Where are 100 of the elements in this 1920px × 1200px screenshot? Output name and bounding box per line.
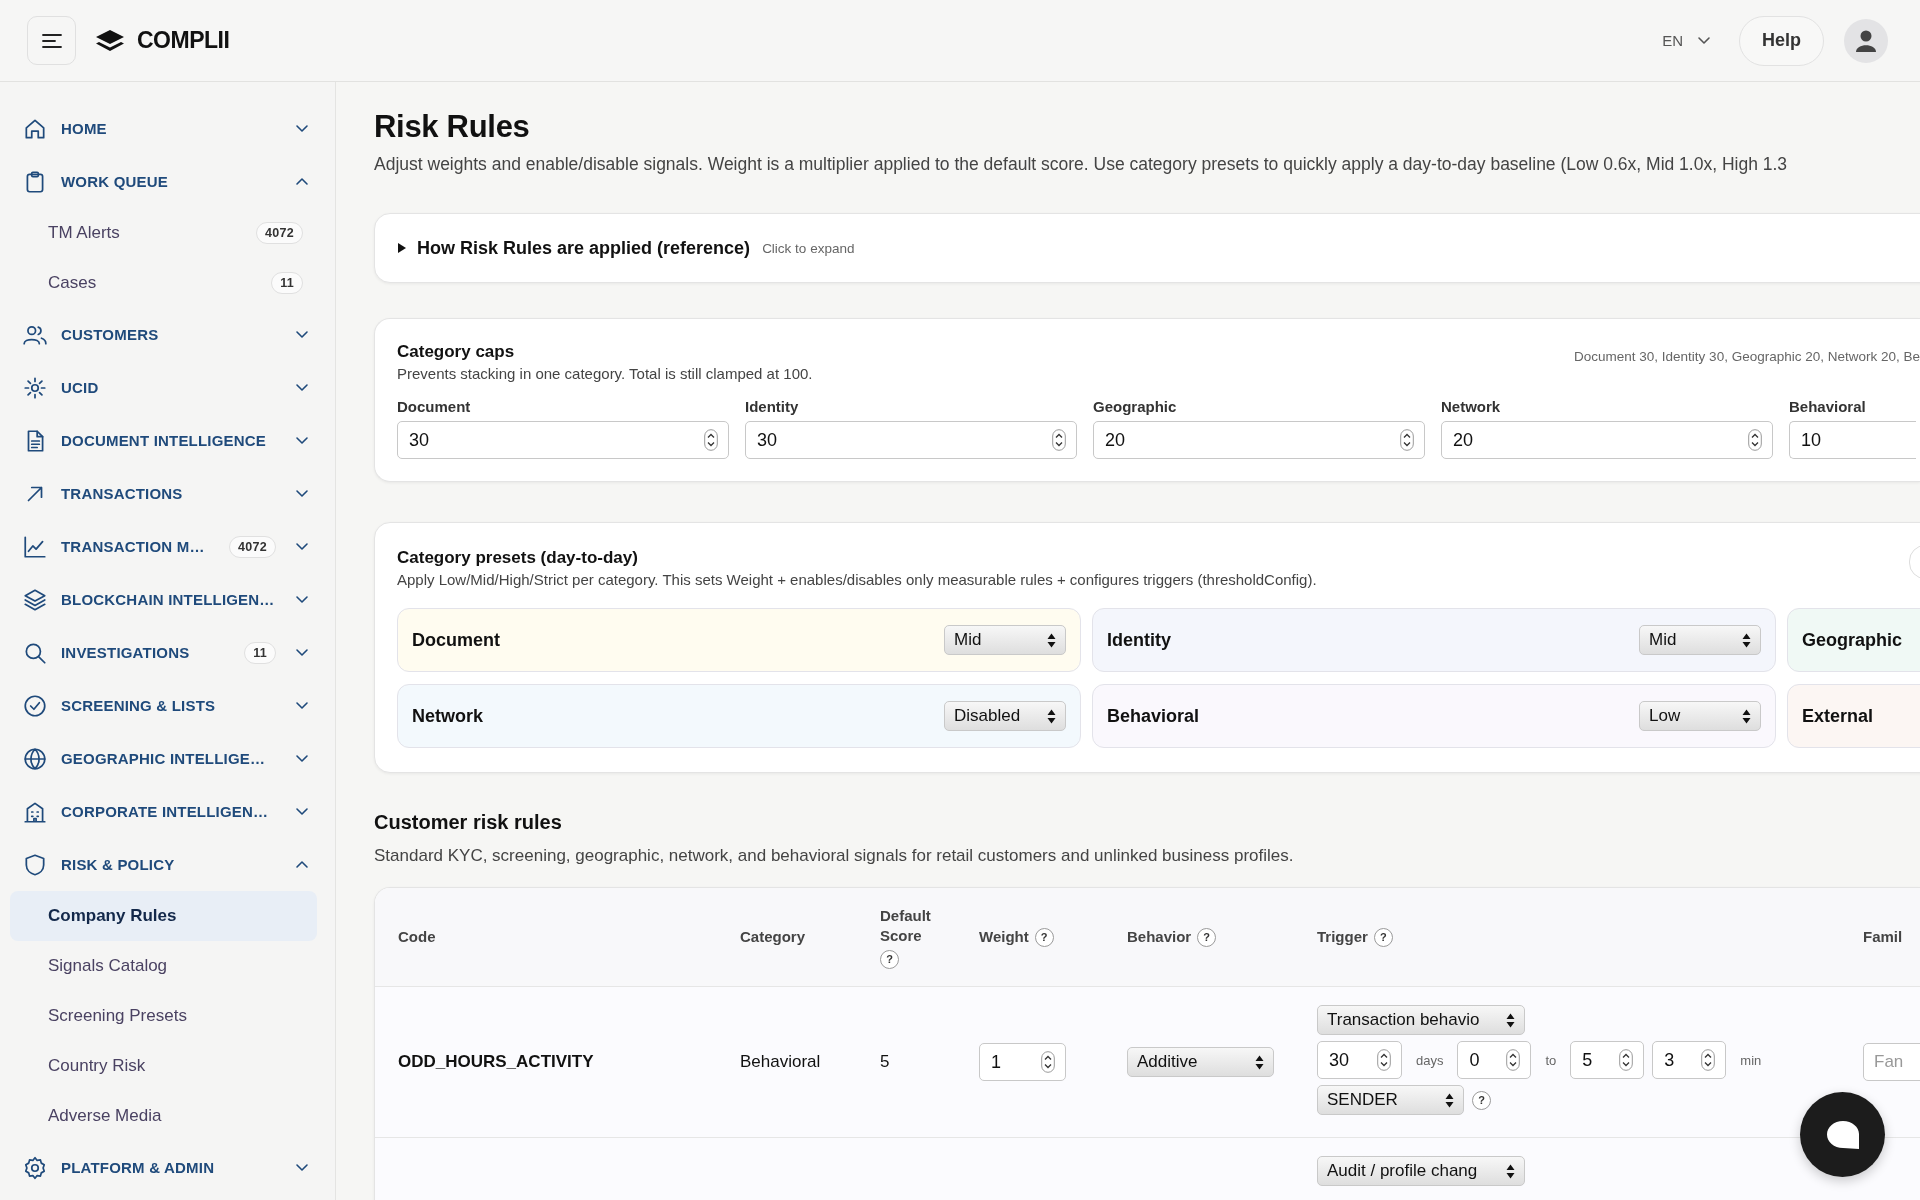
nav-subitem[interactable]: TM Alerts 4072 xyxy=(10,208,317,258)
number-field[interactable]: 30 xyxy=(745,421,1077,459)
updown-arrow-icon xyxy=(1742,708,1751,724)
logo-icon xyxy=(95,28,125,53)
preset-label: Behavioral xyxy=(1107,705,1200,727)
preset-label: Geographic xyxy=(1802,629,1903,651)
nav-item[interactable]: BLOCKCHAIN INTELLIGEN… xyxy=(0,573,335,626)
help-button[interactable]: ? xyxy=(1197,927,1217,947)
nav-item[interactable]: DOCUMENT INTELLIGENCE xyxy=(0,414,335,467)
nav-subitem[interactable]: Signals Catalog xyxy=(10,941,317,991)
reference-panel[interactable]: How Risk Rules are applied (reference) Click to expand xyxy=(374,213,1920,283)
logo-text: COMPLII xyxy=(137,27,230,54)
number-field[interactable]: 20 xyxy=(1441,421,1773,459)
nav-item[interactable]: TRANSACTIONS xyxy=(0,467,335,520)
select-field[interactable]: Disabled xyxy=(944,701,1066,731)
help-button[interactable]: ? xyxy=(880,949,899,969)
count-badge: 4072 xyxy=(256,222,303,244)
field-label: Document xyxy=(397,398,472,415)
nav-subitem[interactable]: Screening Presets xyxy=(10,991,317,1041)
nav-subitem[interactable]: Company Rules xyxy=(10,891,317,941)
help-button[interactable]: Help xyxy=(1739,15,1824,66)
updown-arrow-icon xyxy=(1742,632,1751,648)
spinner-icon[interactable] xyxy=(1701,1049,1716,1071)
nav-item[interactable]: PLATFORM & ADMIN xyxy=(0,1141,335,1194)
column-header: Default Score xyxy=(880,905,932,946)
help-button[interactable]: ? xyxy=(1034,927,1054,947)
number-field[interactable]: 0 xyxy=(1457,1041,1532,1079)
column-header: Behavior xyxy=(1127,927,1192,947)
expand-hint: Click to expand xyxy=(762,240,855,256)
select-field[interactable]: SENDER xyxy=(1317,1085,1464,1115)
updown-arrow-icon xyxy=(1047,632,1056,648)
card-description: Apply Low/Mid/High/Strict per category. This sets Weight + enables/disables only measurable rules + configures triggers (thresholdConfig). xyxy=(397,570,1317,590)
select-field[interactable]: Mid xyxy=(944,625,1066,655)
nav-item[interactable]: UCID xyxy=(0,361,335,414)
updown-arrow-icon xyxy=(1506,1163,1515,1179)
column-header: Code xyxy=(398,927,436,947)
field-label: Network xyxy=(1441,398,1502,415)
nav-subitem[interactable]: Country Risk xyxy=(10,1041,317,1091)
preset-label: Identity xyxy=(1107,629,1171,651)
rule-code: ODD_HOURS_ACTIVITY xyxy=(398,1052,594,1071)
chevron-icon xyxy=(1697,36,1711,45)
number-field[interactable]: 20 xyxy=(1093,421,1425,459)
count-badge: 11 xyxy=(271,272,303,294)
unit-label: to xyxy=(1545,1052,1557,1068)
updown-arrow-icon xyxy=(1255,1054,1264,1070)
table-cell: 5 xyxy=(880,1052,890,1071)
nav-item[interactable]: RISK & POLICY xyxy=(0,838,335,891)
field-label: Geographic xyxy=(1093,398,1178,415)
preset-label: Document xyxy=(412,629,500,651)
select-field[interactable]: Mid xyxy=(1639,625,1761,655)
help-button[interactable]: ? xyxy=(1472,1090,1491,1110)
avatar-icon[interactable] xyxy=(1844,18,1888,63)
column-header: Famil xyxy=(1863,927,1903,947)
number-field[interactable]: 5 xyxy=(1570,1041,1645,1079)
menu-icon xyxy=(41,32,62,49)
help-button[interactable]: ? xyxy=(1373,927,1393,947)
number-field[interactable]: 30 xyxy=(397,421,729,459)
menu-button[interactable] xyxy=(27,16,76,65)
nav-item[interactable]: SCREENING & LISTS xyxy=(0,679,335,732)
nav-subitem[interactable]: Cases 11 xyxy=(10,258,317,308)
nav-item[interactable]: HOME xyxy=(0,102,335,155)
nav-subitem[interactable]: Adverse Media xyxy=(10,1091,317,1141)
select-field[interactable]: Audit / profile chang xyxy=(1317,1156,1525,1186)
nav-item[interactable]: GEOGRAPHIC INTELLIGE… xyxy=(0,732,335,785)
globe-icon xyxy=(22,745,48,772)
section-title: Customer risk rules xyxy=(374,810,563,835)
number-field[interactable]: 3 xyxy=(1652,1041,1727,1079)
unit-label: min xyxy=(1740,1052,1762,1068)
spinner-icon[interactable] xyxy=(1377,1049,1391,1071)
spinner-icon[interactable] xyxy=(1041,1051,1055,1073)
card-description: Prevents stacking in one category. Total is still clamped at 100. xyxy=(397,364,813,384)
spinner-icon[interactable] xyxy=(1748,429,1762,451)
card-title: Category caps xyxy=(397,341,515,363)
number-field[interactable]: 30 xyxy=(1317,1041,1402,1079)
spinner-icon[interactable] xyxy=(1506,1049,1521,1071)
nav-item[interactable]: INVESTIGATIONS 11 xyxy=(0,626,335,679)
table-cell: Behavioral xyxy=(740,1052,821,1071)
panel-title: How Risk Rules are applied (reference) xyxy=(417,237,751,259)
card-title: Category presets (day-to-day) xyxy=(397,547,638,569)
spinner-icon[interactable] xyxy=(1619,1049,1634,1071)
check-circle-icon xyxy=(22,692,48,719)
select-field[interactable]: Transaction behavio xyxy=(1317,1005,1525,1035)
nav-item[interactable]: CORPORATE INTELLIGEN… xyxy=(0,785,335,838)
nav-item[interactable]: WORK QUEUE xyxy=(0,155,335,208)
number-field[interactable]: 1 xyxy=(979,1043,1066,1081)
language-select[interactable]: EN xyxy=(1658,28,1715,53)
spinner-icon[interactable] xyxy=(1052,429,1066,451)
unit-label: days xyxy=(1416,1052,1444,1068)
chart-icon xyxy=(22,533,48,560)
updown-arrow-icon xyxy=(1445,1092,1454,1108)
nav-item[interactable]: CUSTOMERS xyxy=(0,308,335,361)
settings-icon xyxy=(22,1154,48,1181)
select-field[interactable]: Additive xyxy=(1127,1047,1274,1077)
nav-item[interactable]: TRANSACTION M… 4072 xyxy=(0,520,335,573)
count-badge: 11 xyxy=(244,641,276,664)
spinner-icon[interactable] xyxy=(1400,429,1414,451)
number-field[interactable]: 10 xyxy=(1789,421,1916,459)
spinner-icon[interactable] xyxy=(704,429,718,451)
page-description: Adjust weights and enable/disable signals. Weight is a multiplier applied to the default score. Use category presets to quickly apply a day-to-day baseline (Low 0.6x, Mid 1.0x, High 1.3 xyxy=(374,153,1789,175)
select-field[interactable]: Low xyxy=(1639,701,1761,731)
